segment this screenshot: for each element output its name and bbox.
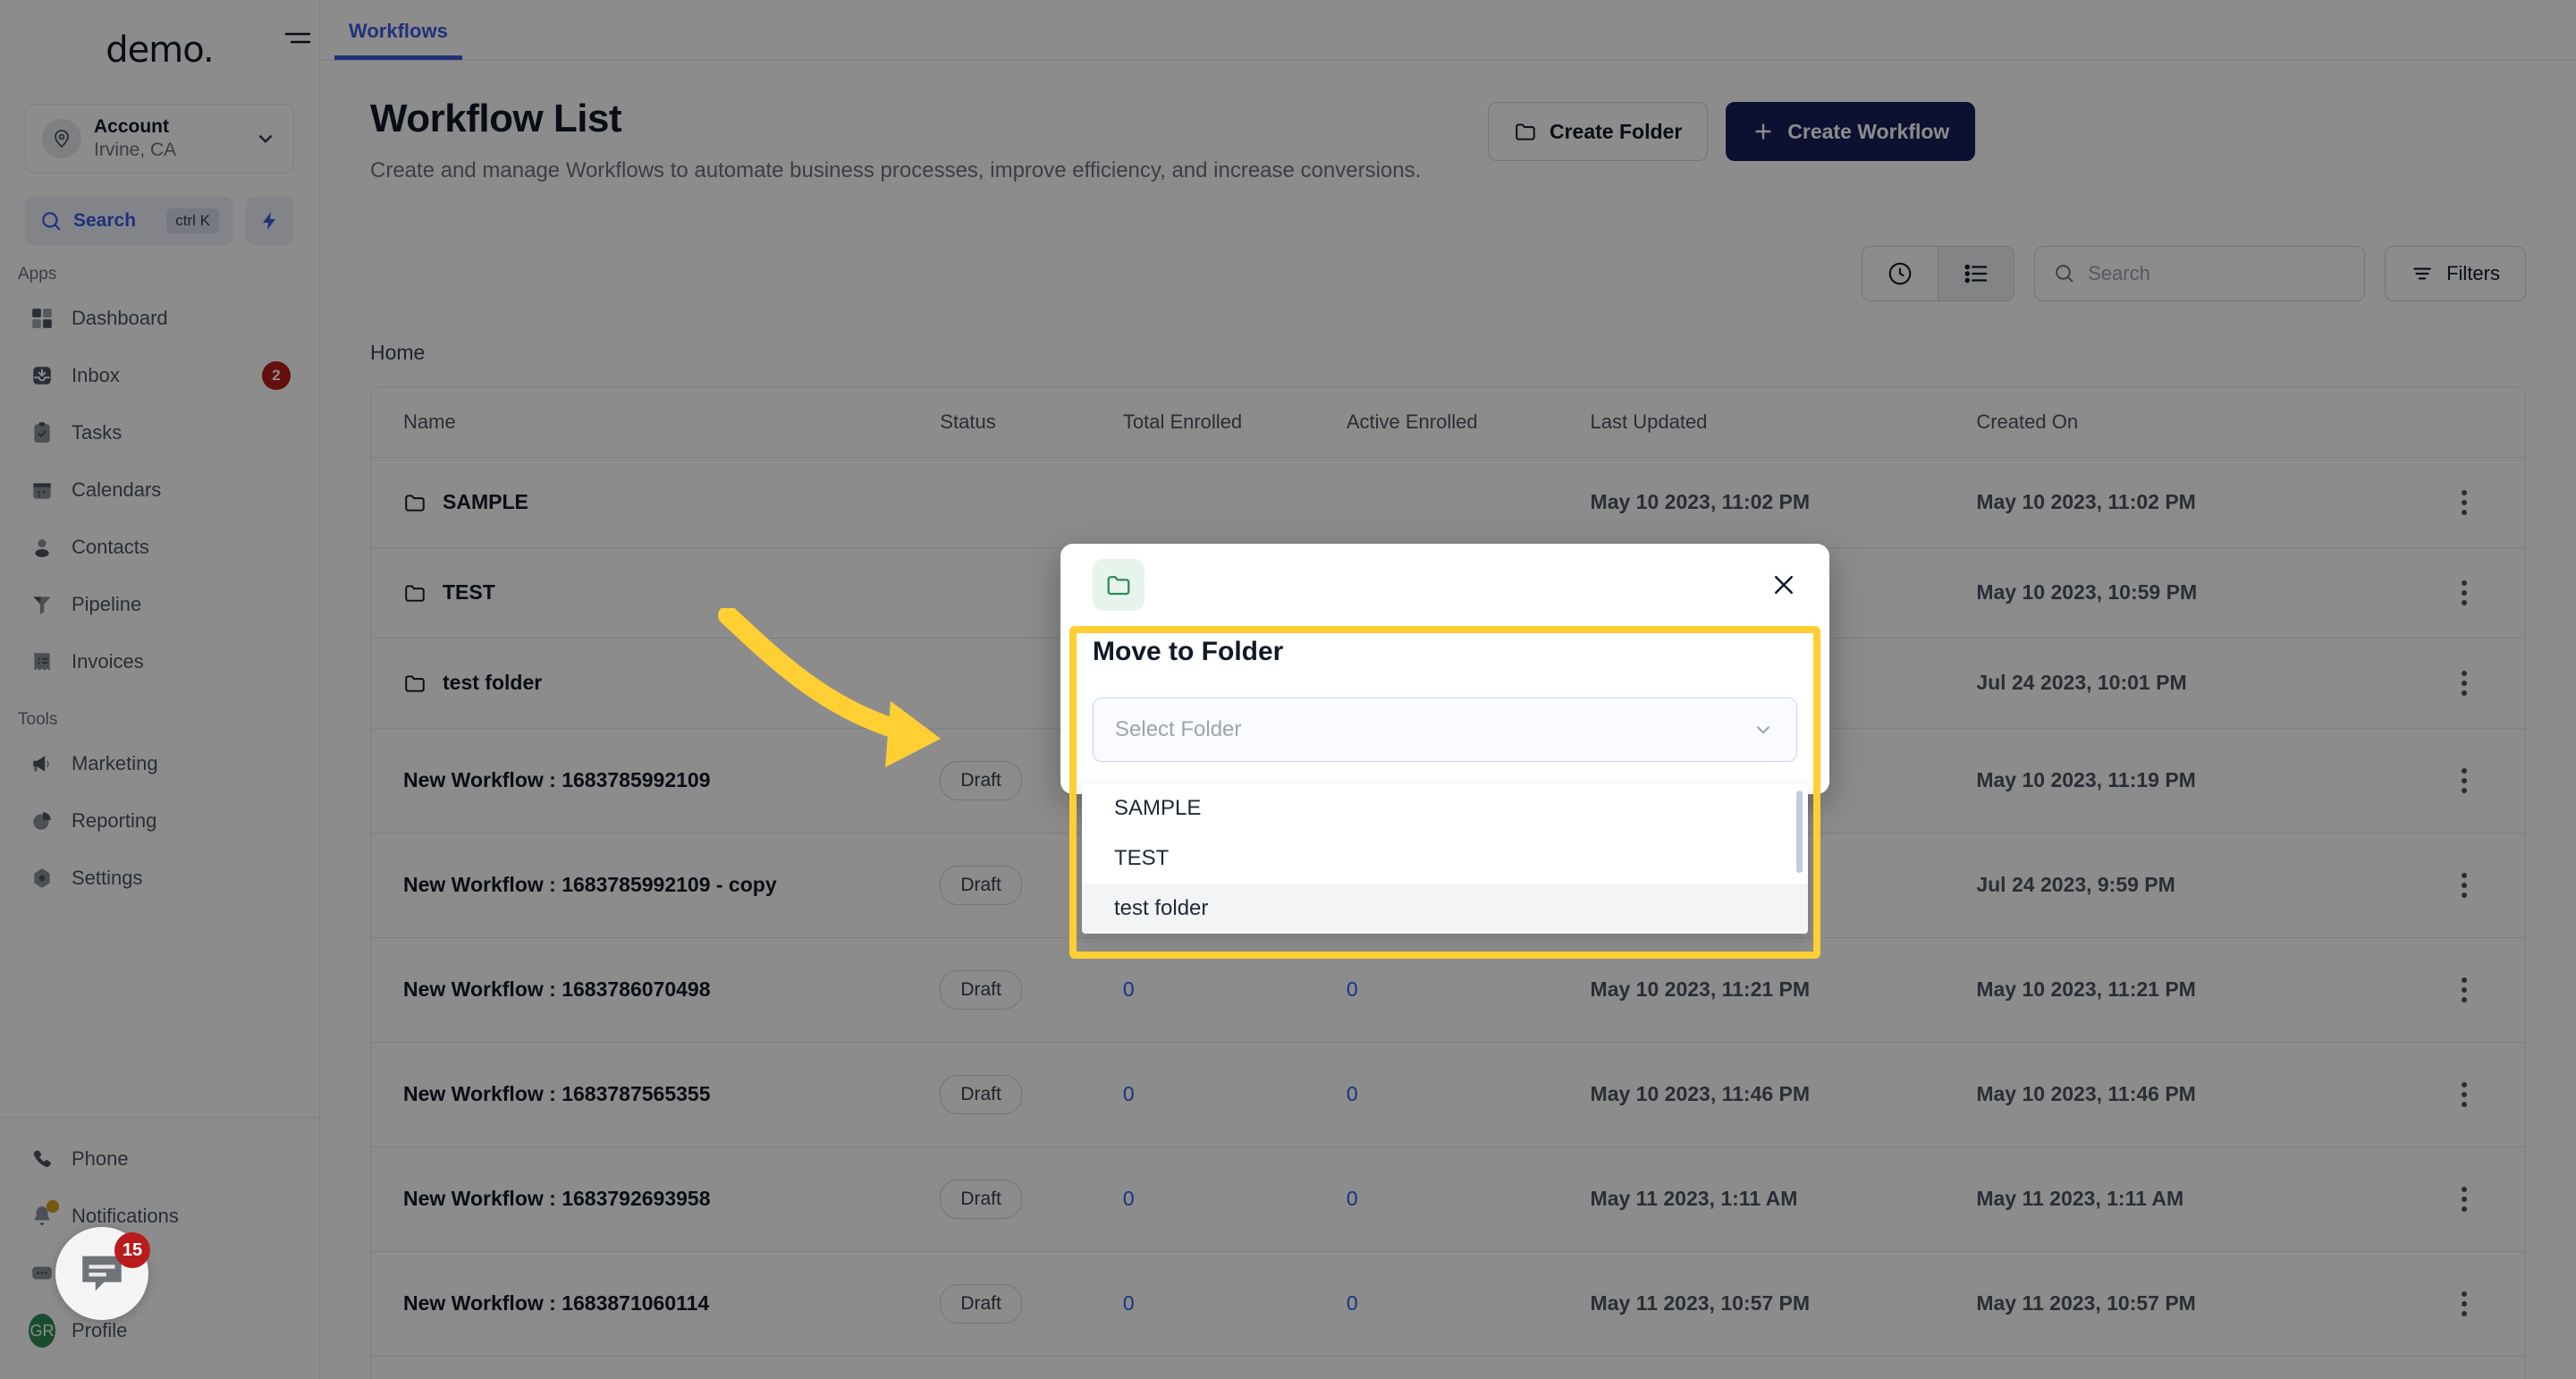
folder-select-placeholder: Select Folder xyxy=(1115,717,1242,741)
app-root: demo. Account Irvine, CA Search ctrl K A… xyxy=(0,0,2576,1379)
modal-header xyxy=(1060,544,1829,626)
dropdown-option[interactable]: test folder xyxy=(1082,884,1808,934)
chevron-down-icon xyxy=(1752,718,1775,741)
dropdown-option[interactable]: SAMPLE xyxy=(1082,783,1808,833)
dropdown-scrollbar[interactable] xyxy=(1796,791,1803,873)
modal-title: Move to Folder xyxy=(1093,637,1284,666)
modal-body: Move to Folder Select Folder xyxy=(1060,637,1829,794)
dropdown-items: SAMPLE TEST test folder xyxy=(1082,783,1808,934)
folder-dropdown-list: SAMPLE TEST test folder xyxy=(1082,783,1808,934)
dropdown-option[interactable]: TEST xyxy=(1082,833,1808,884)
move-to-folder-modal: Move to Folder Select Folder SAMPLE TEST t… xyxy=(1060,544,1829,934)
chat-launcher-button[interactable]: 15 xyxy=(55,1227,150,1320)
close-icon[interactable] xyxy=(1770,571,1797,598)
folder-select[interactable]: Select Folder xyxy=(1093,698,1797,762)
chat-unread-badge: 15 xyxy=(114,1232,150,1268)
folder-icon xyxy=(1093,559,1144,611)
